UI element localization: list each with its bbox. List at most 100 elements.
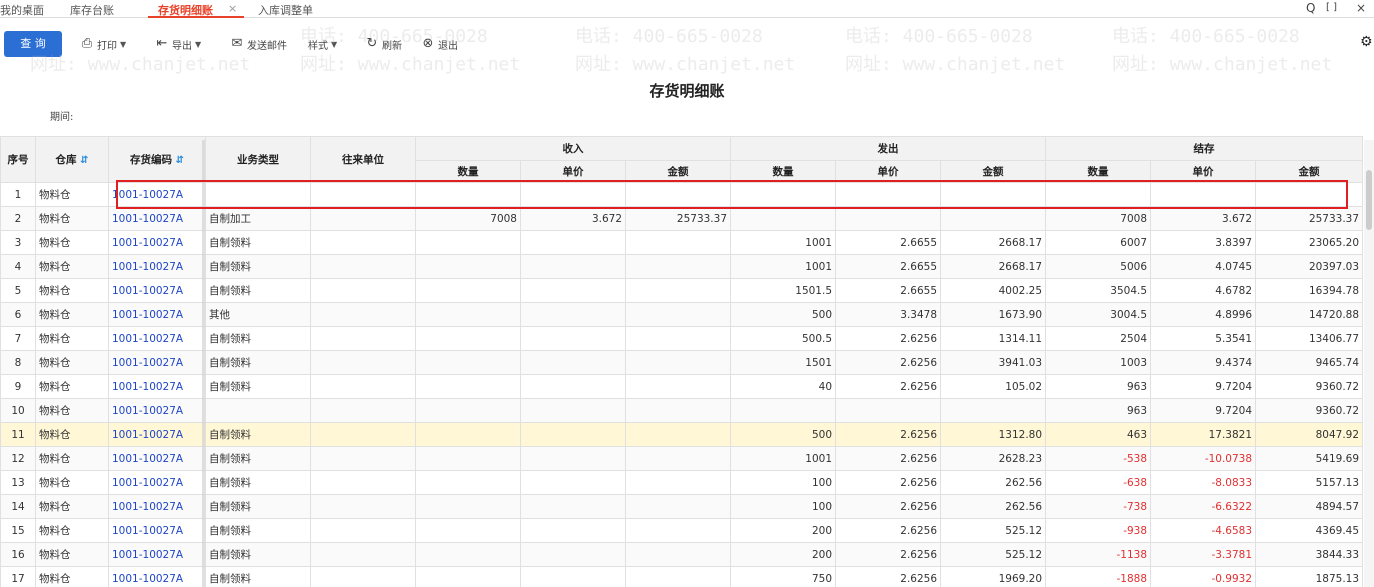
cell-bal-qty: -1888 <box>1045 566 1152 587</box>
cell-code[interactable]: 1001-10027A <box>108 206 206 231</box>
cell-seq: 16 <box>0 542 36 567</box>
cell-bal-price: -0.9932 <box>1150 566 1257 587</box>
tab-inbound-adjust[interactable]: 入库调整单 <box>258 2 313 18</box>
cell-wh: 物料仓 <box>35 494 109 519</box>
cell-wh: 物料仓 <box>35 566 109 587</box>
cell-in-price <box>520 494 626 519</box>
col-header-warehouse[interactable]: 仓库 ⇵ <box>35 136 109 183</box>
query-button[interactable]: 查 询 <box>4 31 62 57</box>
cell-code[interactable]: 1001-10027A <box>108 182 206 207</box>
cell-out-amt: 105.02 <box>940 374 1047 399</box>
col-header-seq[interactable]: 序号 <box>0 136 36 183</box>
cell-seq: 4 <box>0 254 36 279</box>
cell-seq: 13 <box>0 470 36 495</box>
col-header-biz-type[interactable]: 业务类型 <box>205 136 311 183</box>
cell-out-amt: 2668.17 <box>940 230 1047 255</box>
col-header-in-amount[interactable]: 金额 <box>624 160 732 183</box>
cell-partner <box>310 542 416 567</box>
cell-in-amt <box>624 566 732 587</box>
cell-code[interactable]: 1001-10027A <box>108 542 206 567</box>
cell-code[interactable]: 1001-10027A <box>108 422 206 447</box>
cell-out-price <box>835 182 942 207</box>
cell-bal-price: -4.6583 <box>1150 518 1257 543</box>
cell-bal-qty: -538 <box>1045 446 1152 471</box>
col-header-bal-qty[interactable]: 数量 <box>1045 160 1152 183</box>
cell-bal-amt: 1875.13 <box>1255 566 1364 587</box>
export-button[interactable]: ⇤ 导出 ▼ <box>155 35 202 53</box>
cell-partner <box>310 182 416 207</box>
cell-code[interactable]: 1001-10027A <box>108 518 206 543</box>
col-header-in-qty[interactable]: 数量 <box>415 160 521 183</box>
cell-seq: 14 <box>0 494 36 519</box>
cell-bal-price: -10.0738 <box>1150 446 1257 471</box>
cell-code[interactable]: 1001-10027A <box>108 230 206 255</box>
cell-code[interactable]: 1001-10027A <box>108 446 206 471</box>
cell-in-amt <box>624 470 732 495</box>
col-header-out-qty[interactable]: 数量 <box>730 160 837 183</box>
cell-in-amt <box>624 350 732 375</box>
col-header-code[interactable]: 存货编码 ⇵ <box>108 136 206 183</box>
col-header-bal-amount[interactable]: 金额 <box>1255 160 1364 183</box>
cell-code[interactable]: 1001-10027A <box>108 326 206 351</box>
print-button[interactable]: ⎙ 打印 ▼ <box>80 35 126 53</box>
col-header-out-amount[interactable]: 金额 <box>940 160 1047 183</box>
col-header-partner[interactable]: 往来单位 <box>310 136 416 183</box>
cell-code[interactable]: 1001-10027A <box>108 350 206 375</box>
cell-partner <box>310 206 416 231</box>
col-header-bal-price[interactable]: 单价 <box>1150 160 1257 183</box>
export-icon: ⇤ <box>156 36 168 51</box>
chevron-down-icon: ▼ <box>331 39 338 49</box>
cell-out-qty: 1001 <box>730 446 837 471</box>
maximize-icon[interactable]: [ ] <box>1326 2 1337 13</box>
cell-bal-amt: 13406.77 <box>1255 326 1364 351</box>
col-header-in-price[interactable]: 单价 <box>520 160 626 183</box>
cell-out-price: 2.6655 <box>835 230 942 255</box>
sort-icon[interactable]: ⇵ <box>176 155 184 166</box>
cell-code[interactable]: 1001-10027A <box>108 302 206 327</box>
cell-code[interactable]: 1001-10027A <box>108 470 206 495</box>
cell-bal-qty: 2504 <box>1045 326 1152 351</box>
cell-bal-amt: 5419.69 <box>1255 446 1364 471</box>
cell-bal-amt: 9465.74 <box>1255 350 1364 375</box>
cell-code[interactable]: 1001-10027A <box>108 374 206 399</box>
cell-in-price: 3.672 <box>520 206 626 231</box>
scrollbar-thumb[interactable] <box>1366 170 1372 230</box>
cell-bal-qty: -638 <box>1045 470 1152 495</box>
column-resize-handle[interactable] <box>202 140 205 587</box>
col-header-out-price[interactable]: 单价 <box>835 160 942 183</box>
cell-code[interactable]: 1001-10027A <box>108 278 206 303</box>
tab-stock-ledger[interactable]: 库存台账 <box>70 2 114 18</box>
cell-wh: 物料仓 <box>35 206 109 231</box>
vertical-scrollbar[interactable] <box>1364 140 1374 587</box>
cell-bal-qty: 463 <box>1045 422 1152 447</box>
cell-out-price: 2.6256 <box>835 422 942 447</box>
exit-button[interactable]: ⊗ 退出 <box>421 35 458 53</box>
cell-in-price <box>520 566 626 587</box>
cell-code[interactable]: 1001-10027A <box>108 566 206 587</box>
cell-partner <box>310 566 416 587</box>
gear-icon[interactable]: ⚙ <box>1360 34 1373 50</box>
cell-type: 自制领料 <box>205 566 311 587</box>
cell-out-amt: 1969.20 <box>940 566 1047 587</box>
cell-bal-qty: -1138 <box>1045 542 1152 567</box>
cell-in-qty <box>415 542 521 567</box>
search-icon[interactable]: Q <box>1306 1 1315 15</box>
cell-bal-qty: 3004.5 <box>1045 302 1152 327</box>
sort-icon[interactable]: ⇵ <box>80 155 88 166</box>
cell-bal-amt: 5157.13 <box>1255 470 1364 495</box>
tab-bar: 我的桌面 库存台账 存货明细账 × 入库调整单 Q [ ] × <box>0 0 1374 18</box>
cell-in-amt <box>624 422 732 447</box>
cell-bal-price: 3.8397 <box>1150 230 1257 255</box>
cell-code[interactable]: 1001-10027A <box>108 494 206 519</box>
send-email-button[interactable]: ✉ 发送邮件 <box>230 35 287 53</box>
cell-code[interactable]: 1001-10027A <box>108 398 206 423</box>
style-button[interactable]: 样式 ▼ <box>308 35 337 53</box>
close-icon[interactable]: × <box>1356 1 1366 15</box>
cell-code[interactable]: 1001-10027A <box>108 254 206 279</box>
cell-out-amt: 2628.23 <box>940 446 1047 471</box>
tab-close-icon[interactable]: × <box>228 2 237 15</box>
cell-out-price: 2.6256 <box>835 446 942 471</box>
tab-desktop[interactable]: 我的桌面 <box>0 2 44 18</box>
refresh-button[interactable]: ↻ 刷新 <box>365 35 402 53</box>
cell-out-price: 2.6256 <box>835 518 942 543</box>
